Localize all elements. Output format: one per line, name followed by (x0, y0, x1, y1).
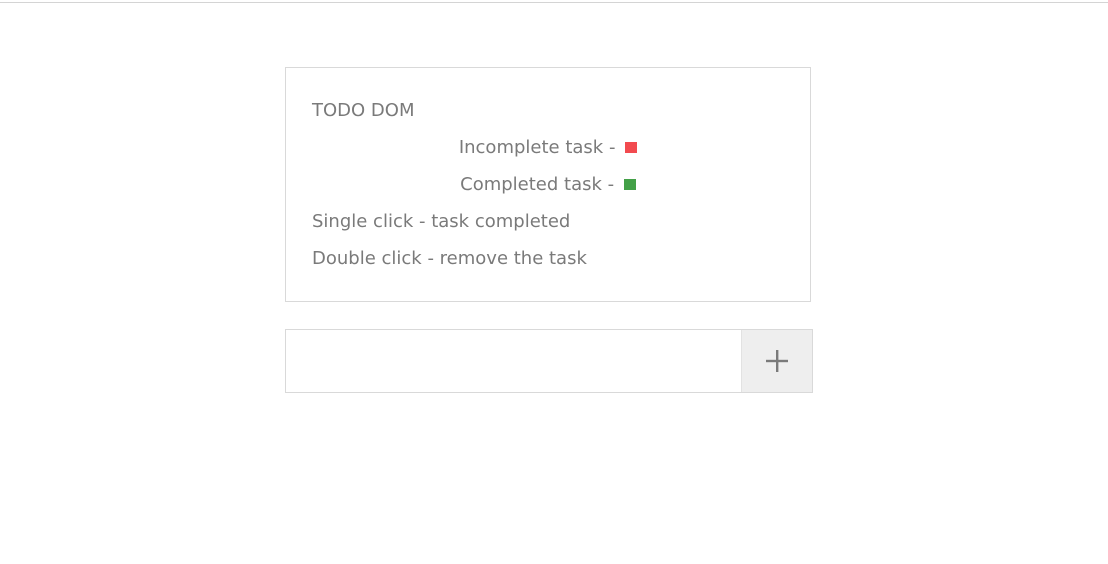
top-divider (0, 2, 1108, 3)
task-input[interactable] (286, 330, 741, 392)
app-title: TODO DOM (312, 100, 415, 121)
legend-incomplete: Incomplete task - (286, 136, 810, 160)
instruction-single-click: Single click - task completed (312, 211, 571, 232)
add-task-form (285, 329, 813, 393)
add-task-button[interactable] (741, 330, 812, 392)
legend-completed: Completed task - (286, 173, 810, 197)
completed-swatch-icon (623, 179, 636, 190)
legend-completed-label: Completed task - (460, 174, 615, 195)
legend-incomplete-label: Incomplete task - (458, 137, 616, 158)
incomplete-swatch-icon (625, 142, 638, 153)
instructions-card: TODO DOM Incomplete task - Completed tas… (285, 67, 811, 302)
instruction-double-click: Double click - remove the task (312, 248, 587, 269)
plus-icon (766, 350, 788, 372)
